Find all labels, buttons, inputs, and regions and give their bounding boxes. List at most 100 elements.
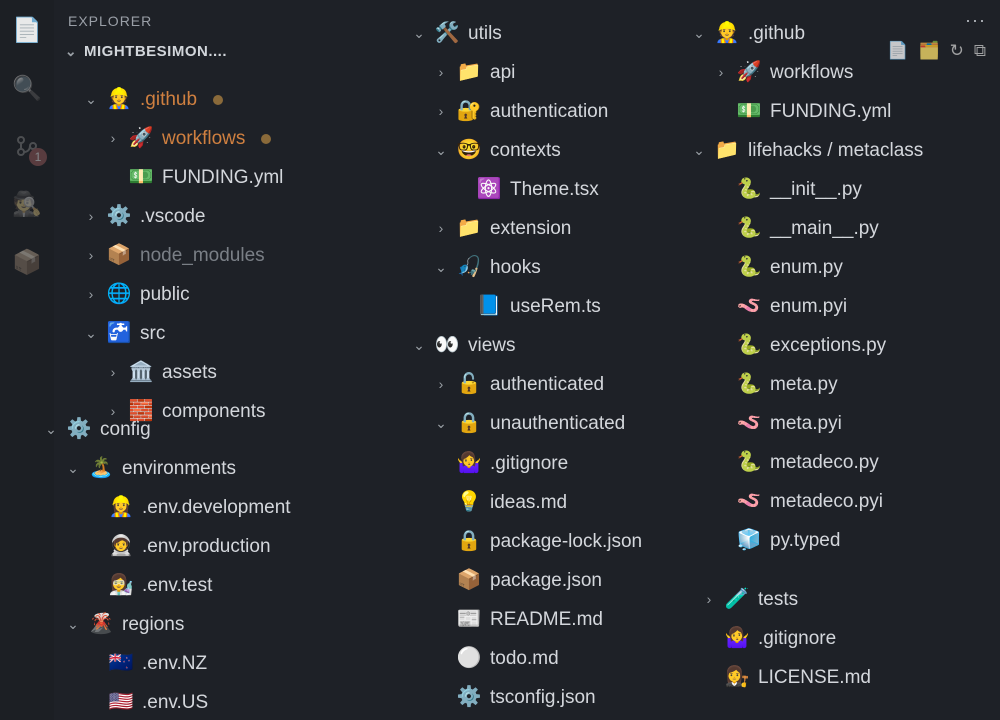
tree-item-label: config	[100, 415, 151, 444]
tree-item-label: .env.NZ	[142, 649, 207, 678]
tree-row[interactable]: ›👩‍⚖️LICENSE.md	[684, 658, 1000, 697]
chevron-down-icon: ⌄	[434, 257, 448, 279]
tree-row[interactable]: ›📁extension	[394, 209, 694, 248]
tree-row[interactable]: ⌄🏝️environments	[26, 449, 366, 488]
modified-dot-icon	[213, 95, 223, 105]
chevron-down-icon: ⌄	[692, 140, 706, 162]
file-icon: 🧑‍🚀	[108, 531, 134, 562]
tree-row[interactable]: ⌄👷.github	[66, 80, 406, 119]
file-icon: 🏝️	[88, 453, 114, 484]
tree-row[interactable]: ›🐍__init__.py	[674, 170, 1000, 209]
file-icon: 💵	[736, 96, 762, 127]
debug-activity-icon[interactable]: 🕵️	[11, 188, 43, 220]
tree-item-label: assets	[162, 358, 217, 387]
tree-section-top-left: ⌄👷.github›🚀workflows›💵FUNDING.yml›⚙️.vsc…	[66, 80, 406, 431]
tree-item-label: meta.pyi	[770, 409, 842, 438]
tree-row[interactable]: ⌄🔒unauthenticated	[394, 404, 694, 443]
file-icon: 🤷‍♀️	[724, 623, 750, 654]
tree-row[interactable]: ›💵FUNDING.yml	[674, 92, 1000, 131]
search-activity-icon[interactable]: 🔍	[11, 72, 43, 104]
file-icon: 🐍	[736, 330, 762, 361]
file-icon: 🤓	[456, 135, 482, 166]
tree-row[interactable]: ›📦package.json	[394, 561, 694, 600]
tree-row[interactable]: ›⚪todo.md	[394, 639, 694, 678]
tree-row[interactable]: ⌄🌋regions	[26, 605, 366, 644]
file-icon: 🎣	[456, 252, 482, 283]
tree-row[interactable]: ›🔒package-lock.json	[394, 522, 694, 561]
tree-item-label: todo.md	[490, 644, 559, 673]
tree-row[interactable]: ›📦node_modules	[66, 236, 406, 275]
tree-row[interactable]: ›📰README.md	[394, 600, 694, 639]
file-icon: 👷	[714, 18, 740, 49]
tree-row[interactable]: ⌄👀views	[394, 326, 694, 365]
tree-row[interactable]: ›🇳🇿.env.NZ	[26, 644, 366, 683]
explorer-title: EXPLORER	[68, 13, 152, 29]
tree-row[interactable]: ›🪱metadeco.pyi	[674, 482, 1000, 521]
tree-row[interactable]: ›📁api	[394, 53, 694, 92]
tree-row[interactable]: ⌄🚰src	[66, 314, 406, 353]
tree-item-label: .vscode	[140, 202, 205, 231]
tree-row[interactable]: ›🌐public	[66, 275, 406, 314]
tree-row[interactable]: ›👷‍♀️.env.development	[26, 488, 366, 527]
tree-row[interactable]: ⌄⚙️config	[26, 410, 366, 449]
tree-row[interactable]: ›🤷‍♀️.gitignore	[684, 619, 1000, 658]
tree-row[interactable]: ›🪱enum.pyi	[674, 287, 1000, 326]
tree-row[interactable]: ›🐍exceptions.py	[674, 326, 1000, 365]
tree-item-label: useRem.ts	[510, 292, 601, 321]
tree-row[interactable]: ›🔓authenticated	[394, 365, 694, 404]
tree-item-label: .gitignore	[758, 624, 836, 653]
tree-row[interactable]: ⌄👷.github	[674, 14, 1000, 53]
file-icon: 🧊	[736, 525, 762, 556]
tree-row[interactable]: ›🇺🇸.env.US	[26, 683, 366, 720]
explorer-activity-icon[interactable]: 📄	[11, 14, 43, 46]
tree-row[interactable]: ›🚀workflows	[66, 119, 406, 158]
chevron-right-icon: ›	[106, 362, 120, 384]
tree-row[interactable]: ›🐍enum.py	[674, 248, 1000, 287]
tree-row[interactable]: ›📘useRem.ts	[394, 287, 694, 326]
tree-row[interactable]: ⌄🛠️utils	[394, 14, 694, 53]
file-icon: ⚙️	[66, 414, 92, 445]
tree-row[interactable]: ›🐍meta.py	[674, 365, 1000, 404]
chevron-down-icon: ⌄	[64, 43, 78, 60]
tree-row[interactable]: ›⚙️.vscode	[66, 197, 406, 236]
tree-row[interactable]: ⌄🎣hooks	[394, 248, 694, 287]
tree-row[interactable]: ›🧪tests	[684, 580, 1000, 619]
tree-row[interactable]: ›🤷‍♀️.gitignore	[394, 444, 694, 483]
tree-row[interactable]: ›⚙️tsconfig.json	[394, 678, 694, 717]
tree-row[interactable]: ›🔐authentication	[394, 92, 694, 131]
file-icon: 🔓	[456, 369, 482, 400]
tree-row[interactable]: ›🏛️assets	[66, 353, 406, 392]
tree-section-bot-left: ⌄⚙️config⌄🏝️environments›👷‍♀️.env.develo…	[26, 410, 366, 720]
tree-row[interactable]: ›🚀workflows	[674, 53, 1000, 92]
chevron-down-icon: ⌄	[434, 413, 448, 435]
chevron-right-icon: ›	[434, 218, 448, 240]
tree-row[interactable]: ›🐍__main__.py	[674, 209, 1000, 248]
tree-row[interactable]: ›🐍metadeco.py	[674, 443, 1000, 482]
file-icon: 🪱	[736, 291, 762, 322]
tree-item-label: py.typed	[770, 526, 840, 555]
tree-row[interactable]: ⌄📁lifehacks / metaclass	[674, 131, 1000, 170]
tree-row[interactable]: ›⚛️Theme.tsx	[394, 170, 694, 209]
tree-row[interactable]: ›💡ideas.md	[394, 483, 694, 522]
chevron-down-icon: ⌄	[692, 23, 706, 45]
tree-row[interactable]: ›💵FUNDING.yml	[66, 158, 406, 197]
file-icon: 📦	[106, 240, 132, 271]
tree-row[interactable]: ›👩‍🔬.env.test	[26, 566, 366, 605]
file-icon: 📰	[456, 604, 482, 635]
source-control-activity-icon[interactable]: 1	[11, 130, 43, 162]
tree-item-label: environments	[122, 454, 236, 483]
tree-row[interactable]: ›🧑‍🚀.env.production	[26, 527, 366, 566]
tree-item-label: enum.pyi	[770, 292, 847, 321]
tree-section-bot-mid: ›🤷‍♀️.gitignore›💡ideas.md›🔒package-lock.…	[394, 444, 694, 717]
tree-item-label: ideas.md	[490, 488, 567, 517]
file-icon: 📁	[456, 57, 482, 88]
file-icon: 🐍	[736, 369, 762, 400]
tree-item-label: regions	[122, 610, 184, 639]
tree-row[interactable]: ›🧊py.typed	[674, 521, 1000, 560]
tree-row[interactable]: ⌄🤓contexts	[394, 131, 694, 170]
tree-item-label: utils	[468, 19, 502, 48]
tree-row[interactable]: ›🪱meta.pyi	[674, 404, 1000, 443]
extensions-activity-icon[interactable]: 📦	[11, 246, 43, 278]
file-icon: 📘	[476, 291, 502, 322]
tree-item-label: Theme.tsx	[510, 175, 599, 204]
